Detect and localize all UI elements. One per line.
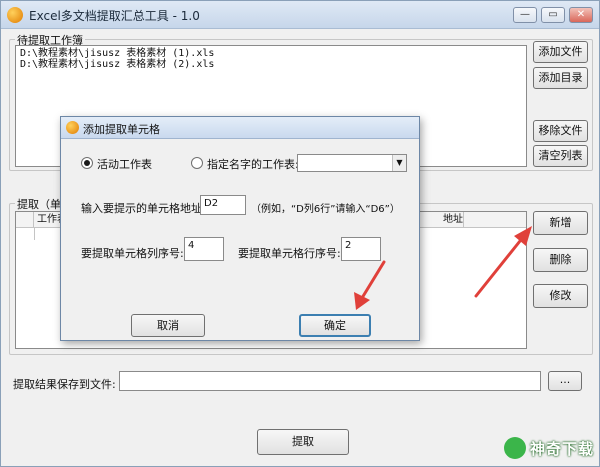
delete-button[interactable]: 删除 <box>533 248 588 272</box>
save-path-label: 提取结果保存到文件: <box>13 378 116 391</box>
dialog-title-bar[interactable]: 添加提取单元格 <box>61 117 419 139</box>
modify-button[interactable]: 修改 <box>533 284 588 308</box>
add-cell-dialog: 添加提取单元格 活动工作表 指定名字的工作表: ▼ 输入要提示的单元格地址: D… <box>60 116 420 341</box>
radio-selected-dot <box>84 160 90 166</box>
title-bar[interactable]: Excel多文档提取汇总工具 - 1.0 — ▭ ✕ <box>1 1 599 29</box>
ok-label: 确定 <box>324 319 346 332</box>
remove-file-button[interactable]: 移除文件 <box>533 120 588 142</box>
col-address-label: 地址 <box>443 214 463 225</box>
minimize-icon: — <box>520 9 530 20</box>
dialog-title: 添加提取单元格 <box>83 123 160 136</box>
restore-button[interactable]: ▭ <box>541 7 565 23</box>
sheet-name-select[interactable]: ▼ <box>297 154 407 172</box>
radio-named-sheet-label: 指定名字的工作表: <box>207 158 299 171</box>
list-item[interactable]: D:\教程素材\jisusz 表格素材 (1).xls <box>20 48 214 59</box>
ok-button[interactable]: 确定 <box>299 314 371 337</box>
remove-file-label: 移除文件 <box>538 124 583 137</box>
cancel-label: 取消 <box>157 319 179 332</box>
add-label: 新增 <box>549 216 572 229</box>
col-index <box>16 212 34 227</box>
restore-icon: ▭ <box>548 9 558 20</box>
add-file-label: 添加文件 <box>538 45 583 58</box>
close-icon: ✕ <box>576 9 586 20</box>
address-input[interactable]: D2 <box>200 195 246 215</box>
delete-label: 删除 <box>549 253 572 266</box>
address-label: 输入要提示的单元格地址: <box>81 202 206 215</box>
list-item[interactable]: D:\教程素材\jisusz 表格素材 (2).xls <box>20 59 214 70</box>
add-file-button[interactable]: 添加文件 <box>533 41 588 63</box>
minimize-button[interactable]: — <box>513 7 537 23</box>
app-icon <box>7 7 23 23</box>
close-button[interactable]: ✕ <box>569 7 593 23</box>
browse-label: ... <box>559 373 571 386</box>
browse-button[interactable]: ... <box>548 371 582 391</box>
row-divider <box>34 228 35 240</box>
row-index-label: 要提取单元格行序号: <box>238 247 341 260</box>
dialog-app-icon <box>66 121 79 134</box>
col-index-input[interactable]: 4 <box>184 237 224 261</box>
save-path-input[interactable] <box>119 371 541 391</box>
add-button[interactable]: 新增 <box>533 211 588 235</box>
add-folder-button[interactable]: 添加目录 <box>533 67 588 89</box>
chevron-down-icon[interactable]: ▼ <box>392 155 406 171</box>
col-index-label: 要提取单元格列序号: <box>81 247 184 260</box>
window-title: Excel多文档提取汇总工具 - 1.0 <box>29 9 200 23</box>
watermark-logo-icon <box>503 437 526 459</box>
radio-active-sheet-label: 活动工作表 <box>97 158 152 171</box>
clear-list-button[interactable]: 清空列表 <box>533 145 588 167</box>
row-index-input[interactable]: 2 <box>341 237 381 261</box>
cancel-button[interactable]: 取消 <box>131 314 205 337</box>
clear-list-label: 清空列表 <box>538 149 583 162</box>
extract-label: 提取 <box>292 435 314 448</box>
address-hint: （例如，“D列6行”请输入“D6”） <box>251 204 400 215</box>
radio-active-sheet[interactable] <box>81 157 93 169</box>
watermark-text: 神奇下载 <box>529 439 594 458</box>
extract-button[interactable]: 提取 <box>257 429 349 455</box>
watermark: 神奇下载 <box>503 435 594 461</box>
radio-named-sheet[interactable] <box>191 157 203 169</box>
modify-label: 修改 <box>549 289 572 302</box>
add-folder-label: 添加目录 <box>538 71 583 84</box>
